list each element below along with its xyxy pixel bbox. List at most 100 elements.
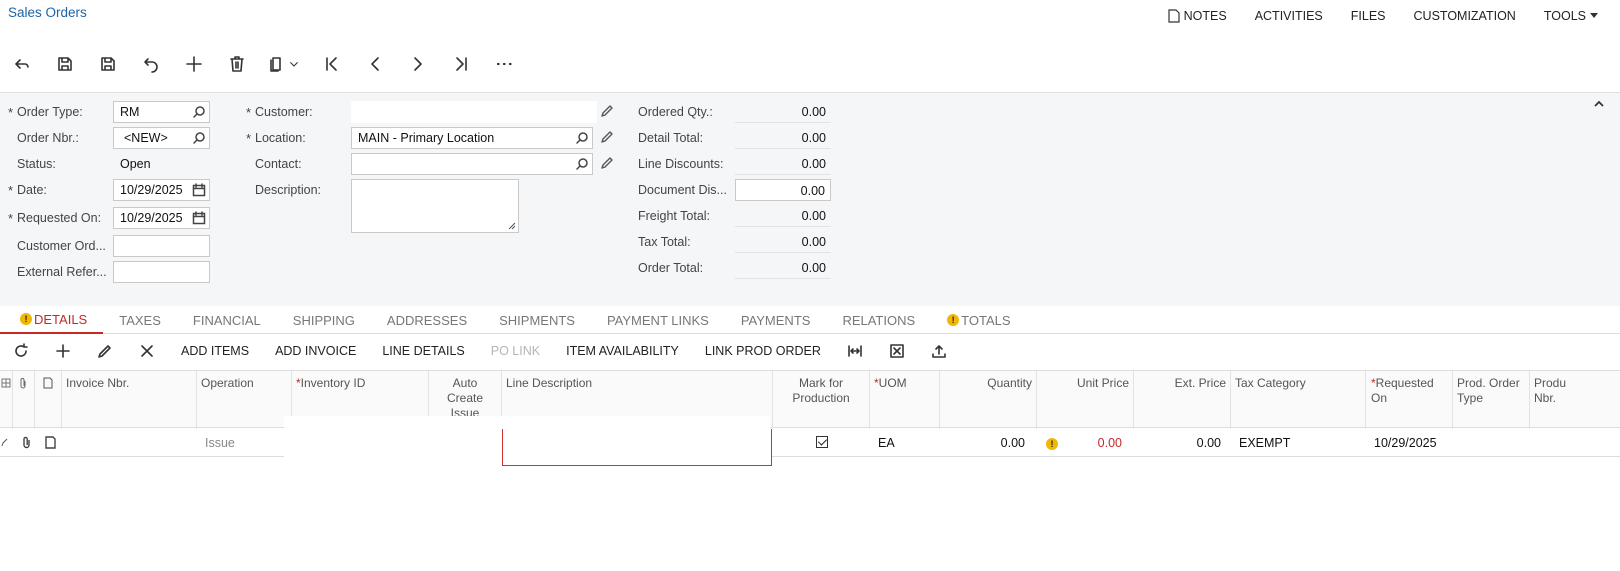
row-attachment-button[interactable] xyxy=(16,429,38,457)
col-uom[interactable]: *UOM xyxy=(870,371,940,429)
edit-location-button[interactable] xyxy=(600,130,616,146)
attachment-header[interactable] xyxy=(13,371,35,429)
delete-button[interactable] xyxy=(215,50,258,78)
row-tax-category[interactable]: EXEMPT xyxy=(1233,429,1363,457)
col-ext-price[interactable]: Ext. Price xyxy=(1134,371,1231,429)
add-button[interactable] xyxy=(172,50,215,78)
col-invoice-nbr[interactable]: Invoice Nbr. xyxy=(62,371,197,429)
row-ext-price[interactable]: 0.00 xyxy=(1134,429,1227,457)
add-items-button[interactable]: ADD ITEMS xyxy=(168,344,262,358)
search-icon[interactable] xyxy=(192,105,206,119)
pencil-icon xyxy=(98,345,111,358)
tools-label: TOOLS xyxy=(1543,9,1586,23)
first-button[interactable] xyxy=(310,50,353,78)
row-mark-for-production-checkbox[interactable] xyxy=(773,429,870,457)
tab-addresses[interactable]: ADDRESSES xyxy=(371,306,483,334)
add-icon xyxy=(56,344,70,358)
collapse-button[interactable] xyxy=(1592,97,1606,111)
row-requested-on[interactable]: 10/29/2025 xyxy=(1368,429,1453,457)
chevron-down-icon xyxy=(290,62,298,67)
files-link[interactable]: FILES xyxy=(1351,9,1386,23)
save-button[interactable] xyxy=(86,50,129,78)
location-label: Location: xyxy=(246,131,306,146)
tab-taxes[interactable]: TAXES xyxy=(103,306,177,334)
col-mark-for-production[interactable]: Mark for Production xyxy=(773,371,870,429)
search-icon[interactable] xyxy=(575,131,589,145)
customer-input[interactable] xyxy=(351,101,597,123)
col-prod-nbr[interactable]: Produ Nbr. xyxy=(1530,371,1566,429)
last-icon xyxy=(455,57,467,71)
col-operation[interactable]: Operation xyxy=(197,371,292,429)
search-icon[interactable] xyxy=(575,157,589,171)
contact-input[interactable] xyxy=(351,153,593,175)
customer-order-input[interactable] xyxy=(113,235,210,257)
item-availability-button[interactable]: ITEM AVAILABILITY xyxy=(553,344,692,358)
document-discount-input[interactable]: 0.00 xyxy=(735,179,831,201)
date-input[interactable]: 10/29/2025 xyxy=(113,179,210,201)
edit-customer-button[interactable] xyxy=(600,104,616,120)
requested-on-input[interactable]: 10/29/2025 xyxy=(113,207,210,229)
link-prod-order-button[interactable]: LINK PROD ORDER xyxy=(692,344,834,358)
col-prod-order-type[interactable]: Prod. Order Type xyxy=(1453,371,1530,429)
customization-link[interactable]: CUSTOMIZATION xyxy=(1414,9,1516,23)
notes-link[interactable]: NOTES xyxy=(1168,9,1227,23)
tab-payment-links[interactable]: PAYMENT LINKS xyxy=(591,306,725,334)
refresh-button[interactable] xyxy=(0,337,42,365)
col-quantity[interactable]: Quantity xyxy=(940,371,1037,429)
breadcrumb[interactable]: Sales Orders xyxy=(8,5,87,20)
copy-paste-button[interactable] xyxy=(258,50,310,78)
delete-row-button[interactable] xyxy=(126,337,168,365)
last-button[interactable] xyxy=(439,50,482,78)
save-icon xyxy=(100,57,115,71)
col-requested-on[interactable]: *Requested On xyxy=(1366,371,1453,429)
upload-button[interactable] xyxy=(918,337,960,365)
external-ref-input[interactable] xyxy=(113,261,210,283)
prev-button[interactable] xyxy=(353,50,396,78)
order-nbr-input[interactable]: <NEW> xyxy=(113,127,210,149)
calendar-icon[interactable] xyxy=(192,211,206,225)
pencil-icon xyxy=(601,157,613,169)
edit-contact-button[interactable] xyxy=(600,156,616,172)
line-details-button[interactable]: LINE DETAILS xyxy=(369,344,477,358)
tab-payments[interactable]: PAYMENTS xyxy=(725,306,827,334)
add-invoice-button[interactable]: ADD INVOICE xyxy=(262,344,369,358)
col-tax-category[interactable]: Tax Category xyxy=(1231,371,1366,429)
note-icon xyxy=(45,436,56,449)
tools-menu[interactable]: TOOLS xyxy=(1544,9,1598,23)
more-button[interactable] xyxy=(482,50,525,78)
edit-row-button[interactable] xyxy=(84,337,126,365)
export-excel-button[interactable] xyxy=(876,337,918,365)
activities-link[interactable]: ACTIVITIES xyxy=(1255,9,1323,23)
tab-relations[interactable]: RELATIONS xyxy=(826,306,931,334)
tab-totals[interactable]: ! TOTALS xyxy=(931,306,1026,334)
tab-bar: ! DETAILS TAXES FINANCIAL SHIPPING ADDRES… xyxy=(0,306,1620,334)
line-description-editor[interactable] xyxy=(502,429,772,466)
row-uom[interactable]: EA xyxy=(872,429,938,457)
grid-settings-header[interactable] xyxy=(0,371,13,429)
description-textarea[interactable] xyxy=(351,179,519,233)
cancel-button[interactable] xyxy=(129,50,172,78)
tab-financial[interactable]: FINANCIAL xyxy=(177,306,277,334)
search-icon[interactable] xyxy=(192,131,206,145)
order-type-input[interactable]: RM xyxy=(113,101,210,123)
order-nbr-label: Order Nbr.: xyxy=(17,131,79,145)
add-row-button[interactable] xyxy=(42,337,84,365)
back-button[interactable] xyxy=(0,50,43,78)
calendar-icon[interactable] xyxy=(192,183,206,197)
location-input[interactable]: MAIN - Primary Location xyxy=(351,127,593,149)
save-close-button[interactable] xyxy=(43,50,86,78)
table-row[interactable]: Issue EA 0.00 ! 0.00 0.00 EXEMPT 10/29/2… xyxy=(0,429,1620,457)
tab-shipping[interactable]: SHIPPING xyxy=(277,306,371,334)
row-operation[interactable]: Issue xyxy=(199,429,289,457)
next-button[interactable] xyxy=(396,50,439,78)
row-note-button[interactable] xyxy=(40,429,62,457)
tab-shipments[interactable]: SHIPMENTS xyxy=(483,306,591,334)
row-quantity[interactable]: 0.00 xyxy=(940,429,1031,457)
row-unit-price[interactable]: 0.00 xyxy=(1060,429,1128,457)
tab-details[interactable]: ! DETAILS xyxy=(0,306,104,334)
col-unit-price[interactable]: Unit Price xyxy=(1037,371,1134,429)
note-header[interactable] xyxy=(35,371,62,429)
resize-handle-icon[interactable] xyxy=(508,222,516,230)
pencil-icon xyxy=(601,131,613,143)
fit-columns-button[interactable] xyxy=(834,337,876,365)
